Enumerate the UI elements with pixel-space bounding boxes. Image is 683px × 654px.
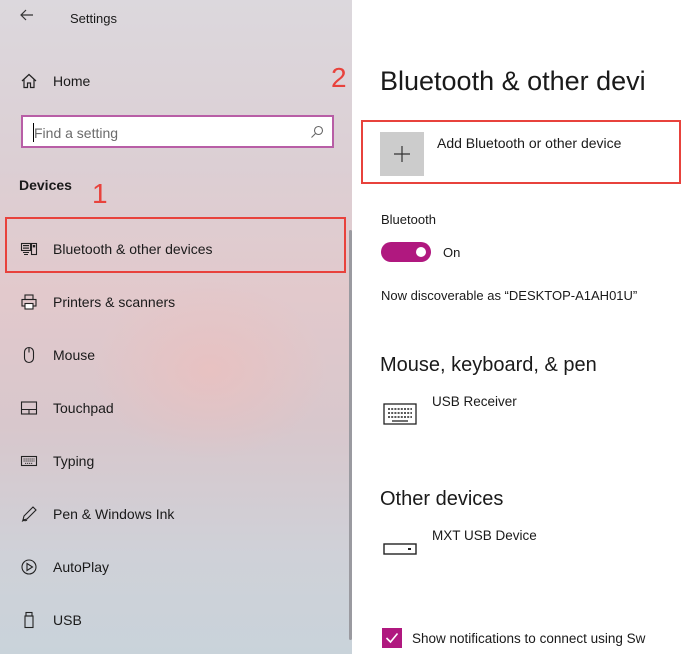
home-icon	[20, 72, 38, 90]
search-input[interactable]: Find a setting	[21, 115, 334, 148]
sidebar-item-mouse[interactable]: Mouse	[0, 336, 346, 374]
title-bar: Settings	[0, 0, 352, 36]
autoplay-icon	[20, 558, 38, 576]
sidebar-item-bluetooth[interactable]: Bluetooth & other devices	[0, 230, 346, 268]
bluetooth-devices-icon	[20, 240, 38, 258]
settings-window: Settings Home Find a setting Devices Blu…	[0, 0, 683, 654]
sidebar-item-autoplay[interactable]: AutoPlay	[0, 548, 346, 586]
section-heading-devices: Devices	[19, 177, 72, 193]
sidebar-item-touchpad[interactable]: Touchpad	[0, 389, 346, 427]
bluetooth-label: Bluetooth	[381, 212, 436, 227]
plus-icon	[393, 145, 411, 163]
section-heading-other-devices: Other devices	[380, 488, 504, 510]
sidebar-item-printers[interactable]: Printers & scanners	[0, 283, 346, 321]
checkmark-icon	[385, 632, 399, 644]
main-content: Bluetooth & other devi Add Bluetooth or …	[352, 0, 683, 654]
sidebar-item-typing[interactable]: Typing	[0, 442, 346, 480]
sidebar-item-label: USB	[53, 612, 82, 628]
sidebar-item-label: Typing	[53, 453, 95, 469]
sidebar-item-label: Printers & scanners	[53, 294, 176, 310]
device-item-mxt-usb[interactable]: MXT USB Device	[380, 528, 680, 568]
device-name: USB Receiver	[432, 394, 517, 409]
usb-device-icon	[383, 536, 417, 560]
search-icon[interactable]	[310, 125, 324, 139]
add-device-tile	[380, 132, 424, 176]
notification-label: Show notifications to connect using Sw	[412, 631, 646, 646]
annotation-step-2: 2	[331, 62, 347, 93]
keyboard-device-icon	[383, 402, 417, 426]
app-title: Settings	[70, 11, 117, 26]
printer-icon	[20, 293, 38, 311]
sidebar-item-home[interactable]: Home	[0, 62, 346, 100]
toggle-state-label: On	[443, 245, 461, 260]
sidebar-item-usb[interactable]: USB	[0, 601, 346, 639]
keyboard-icon	[20, 452, 38, 470]
section-heading-mouse-keyboard-pen: Mouse, keyboard, & pen	[380, 354, 597, 376]
mouse-icon	[20, 346, 38, 364]
sidebar-item-label: AutoPlay	[53, 559, 110, 575]
sidebar-item-label: Touchpad	[53, 400, 114, 416]
search-placeholder: Find a setting	[34, 125, 119, 141]
back-arrow-icon[interactable]	[18, 6, 36, 24]
device-item-usb-receiver[interactable]: USB Receiver	[380, 394, 680, 434]
touchpad-icon	[20, 399, 38, 417]
toggle-knob	[416, 247, 426, 257]
annotation-step-1: 1	[92, 178, 108, 209]
bluetooth-toggle[interactable]	[381, 242, 431, 262]
sidebar-item-label: Home	[53, 73, 91, 89]
pen-icon	[20, 505, 38, 523]
sidebar-item-label: Mouse	[53, 347, 96, 363]
discoverable-text: Now discoverable as “DESKTOP-A1AH01U”	[381, 288, 638, 303]
sidebar: Settings Home Find a setting Devices Blu…	[0, 0, 352, 654]
add-device-label: Add Bluetooth or other device	[437, 135, 622, 151]
device-name: MXT USB Device	[432, 528, 537, 543]
notification-checkbox[interactable]	[382, 628, 402, 648]
usb-icon	[20, 611, 38, 629]
sidebar-item-label: Pen & Windows Ink	[53, 506, 175, 522]
sidebar-item-pen[interactable]: Pen & Windows Ink	[0, 495, 346, 533]
page-title: Bluetooth & other devi	[380, 66, 646, 96]
add-device-button[interactable]: Add Bluetooth or other device	[380, 130, 680, 176]
sidebar-item-label: Bluetooth & other devices	[53, 241, 213, 257]
